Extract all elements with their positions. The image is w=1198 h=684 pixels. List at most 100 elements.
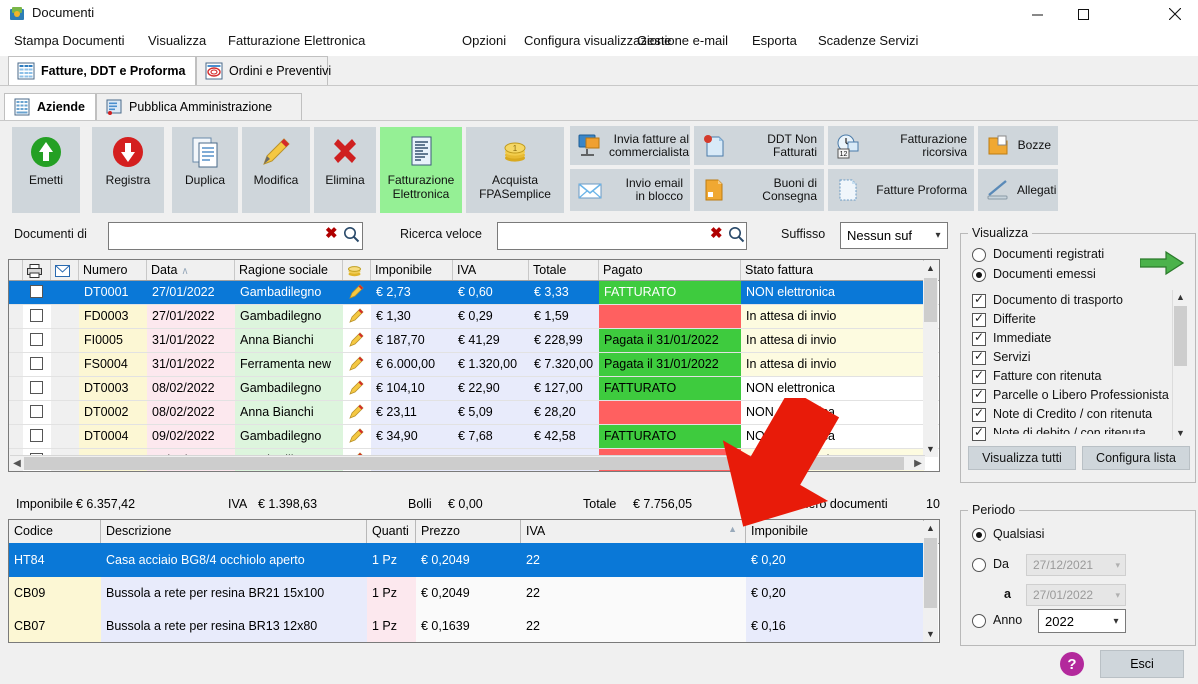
grid-header-print[interactable] [23,260,51,280]
checkbox-list-scrollbar[interactable]: ▲ ▼ [1172,290,1187,440]
fatturazione-elettronica-button[interactable]: Fatturazione Elettronica [380,127,462,213]
row-checkbox[interactable] [30,381,43,394]
esci-button[interactable]: Esci [1100,650,1184,678]
radio-da[interactable] [972,558,986,572]
emetti-button[interactable]: Emetti [12,127,80,213]
suffisso-select[interactable]: Nessun suf ▾ [840,222,948,249]
maximize-button[interactable] [1060,0,1106,28]
search-ricerca-veloce-icon[interactable] [728,226,745,243]
date-to-input[interactable]: 27/01/2022 ▾ [1026,584,1126,606]
scroll-right-icon[interactable]: ▶ [911,456,925,471]
clear-ricerca-veloce-icon[interactable]: ✖ [710,224,723,242]
table-row[interactable]: DT0004 09/02/2022 Gambadilegno € 34,90 €… [9,425,939,449]
radio-documenti-emessi[interactable] [972,268,986,282]
scroll-thumb[interactable] [924,278,937,322]
row-checkbox[interactable] [30,333,43,346]
scroll-down-icon[interactable]: ▼ [923,627,938,642]
grid-header-imponibile[interactable]: Imponibile [371,260,453,280]
grid-header-email[interactable] [51,260,79,280]
clear-documenti-di-icon[interactable]: ✖ [325,224,338,242]
acquista-fpasemplice-button[interactable]: 1 Acquista FPASemplice [466,127,564,213]
visualizza-tutti-button[interactable]: Visualizza tutti [968,446,1076,470]
row-checkbox[interactable] [30,429,43,442]
duplica-button[interactable]: Duplica [172,127,238,213]
checkbox-immediate[interactable] [972,330,986,346]
grid-header-ragione-sociale[interactable]: Ragione sociale [235,260,343,280]
invio-email-blocco-button[interactable]: Invio email in blocco [570,169,690,211]
detail-grid-vertical-scrollbar[interactable]: ▲ ▼ [923,521,938,642]
menu-item-scadenze-servizi[interactable]: Scadenze Servizi [818,33,918,48]
cell-edit-pencil[interactable] [343,305,371,328]
tab-pubblica-amministrazione[interactable]: Pubblica Amministrazione [96,93,302,120]
bozze-button[interactable]: Bozze [978,126,1058,165]
configura-lista-button[interactable]: Configura lista [1082,446,1190,470]
scroll-down-icon[interactable]: ▼ [923,442,938,457]
row-checkbox[interactable] [30,405,43,418]
checkbox-servizi[interactable] [972,349,986,365]
cell-edit-pencil[interactable] [343,377,371,400]
fatturazione-ricorsiva-button[interactable]: 12 Fatturazione ricorsiva [828,126,974,165]
scroll-up-icon[interactable]: ▲ [923,261,938,276]
cell-edit-pencil[interactable] [343,281,371,304]
radio-documenti-registrati[interactable] [972,248,986,262]
table-row[interactable]: DT0001 27/01/2022 Gambadilegno € 2,73 € … [9,281,939,305]
cell-edit-pencil[interactable] [343,401,371,424]
grid-horizontal-scrollbar[interactable]: ◀ ▶ [10,455,925,470]
detail-header-prezzo[interactable]: Prezzo [416,520,521,543]
green-arrow-icon[interactable] [1140,250,1184,276]
invia-fatture-commercialista-button[interactable]: Invia fatture al commercialista [570,126,690,165]
anno-select[interactable]: 2022 ▾ [1038,609,1126,633]
checkbox-fatture-con-ritenuta[interactable] [972,368,986,384]
minimize-button[interactable] [1014,0,1060,28]
table-row[interactable]: FS0004 31/01/2022 Ferramenta new € 6.000… [9,353,939,377]
checkbox-note-di-debito[interactable] [972,425,986,441]
grid-header-totale[interactable]: Totale [529,260,599,280]
tab-fatture-ddt-proforma[interactable]: Fatture, DDT e Proforma [8,56,196,85]
modifica-button[interactable]: Modifica [242,127,310,213]
grid-header-iva[interactable]: IVA [453,260,529,280]
tab-aziende[interactable]: Aziende [4,93,96,120]
list-item[interactable]: CB07 Bussola a rete per resina BR13 12x8… [9,610,939,642]
detail-header-codice[interactable]: Codice [9,520,101,543]
menu-item-stampa-documenti[interactable]: Stampa Documenti [14,33,125,48]
cell-edit-pencil[interactable] [343,425,371,448]
scroll-down-icon[interactable]: ▼ [1173,426,1188,440]
detail-header-quantita[interactable]: Quanti [367,520,416,543]
row-checkbox[interactable] [30,285,43,298]
menu-item-fatturazione-elettronica[interactable]: Fatturazione Elettronica [228,33,365,48]
fatture-proforma-button[interactable]: Fatture Proforma [828,169,974,211]
grid-header-pagato[interactable]: Pagato [599,260,741,280]
date-from-input[interactable]: 27/12/2021 ▾ [1026,554,1126,576]
allegati-button[interactable]: Allegati [978,169,1058,211]
checkbox-parcelle-libero-professionista[interactable] [972,387,986,403]
radio-qualsiasi[interactable] [972,528,986,542]
search-documenti-di-icon[interactable] [343,226,360,243]
table-row[interactable]: DT0002 08/02/2022 Anna Bianchi € 23,11 €… [9,401,939,425]
table-row[interactable]: DT0003 08/02/2022 Gambadilegno € 104,10 … [9,377,939,401]
detail-header-iva[interactable]: IVA ▲ [521,520,746,543]
tab-ordini-preventivi[interactable]: Ordini e Preventivi [196,56,331,85]
registra-button[interactable]: Registra [92,127,164,213]
list-item[interactable]: CB09 Bussola a rete per resina BR21 15x1… [9,577,939,610]
checkbox-note-di-credito[interactable] [972,406,986,422]
list-item[interactable]: HT84 Casa acciaio BG8/4 occhiolo aperto … [9,544,939,577]
grid-header-select-all[interactable] [9,260,23,280]
row-checkbox[interactable] [30,357,43,370]
grid-header-data[interactable]: Data ∧ [147,260,235,280]
scroll-up-icon[interactable]: ▲ [923,521,938,536]
menu-item-opzioni[interactable]: Opzioni [462,33,506,48]
table-row[interactable]: FI0005 31/01/2022 Anna Bianchi € 187,70 … [9,329,939,353]
scroll-thumb[interactable] [24,457,904,470]
cell-edit-pencil[interactable] [343,353,371,376]
scroll-up-icon[interactable]: ▲ [1173,290,1188,304]
checkbox-documento-di-trasporto[interactable] [972,292,986,308]
grid-header-stato-fattura[interactable]: Stato fattura [741,260,924,280]
elimina-button[interactable]: Elimina [314,127,376,213]
scroll-thumb[interactable] [1174,306,1187,366]
menu-item-gestione-email[interactable]: Gestione e-mail [637,33,728,48]
checkbox-differite[interactable] [972,311,986,327]
menu-item-visualizza[interactable]: Visualizza [148,33,206,48]
detail-header-descrizione[interactable]: Descrizione [101,520,367,543]
table-row[interactable]: FD0003 27/01/2022 Gambadilegno € 1,30 € … [9,305,939,329]
cell-edit-pencil[interactable] [343,329,371,352]
